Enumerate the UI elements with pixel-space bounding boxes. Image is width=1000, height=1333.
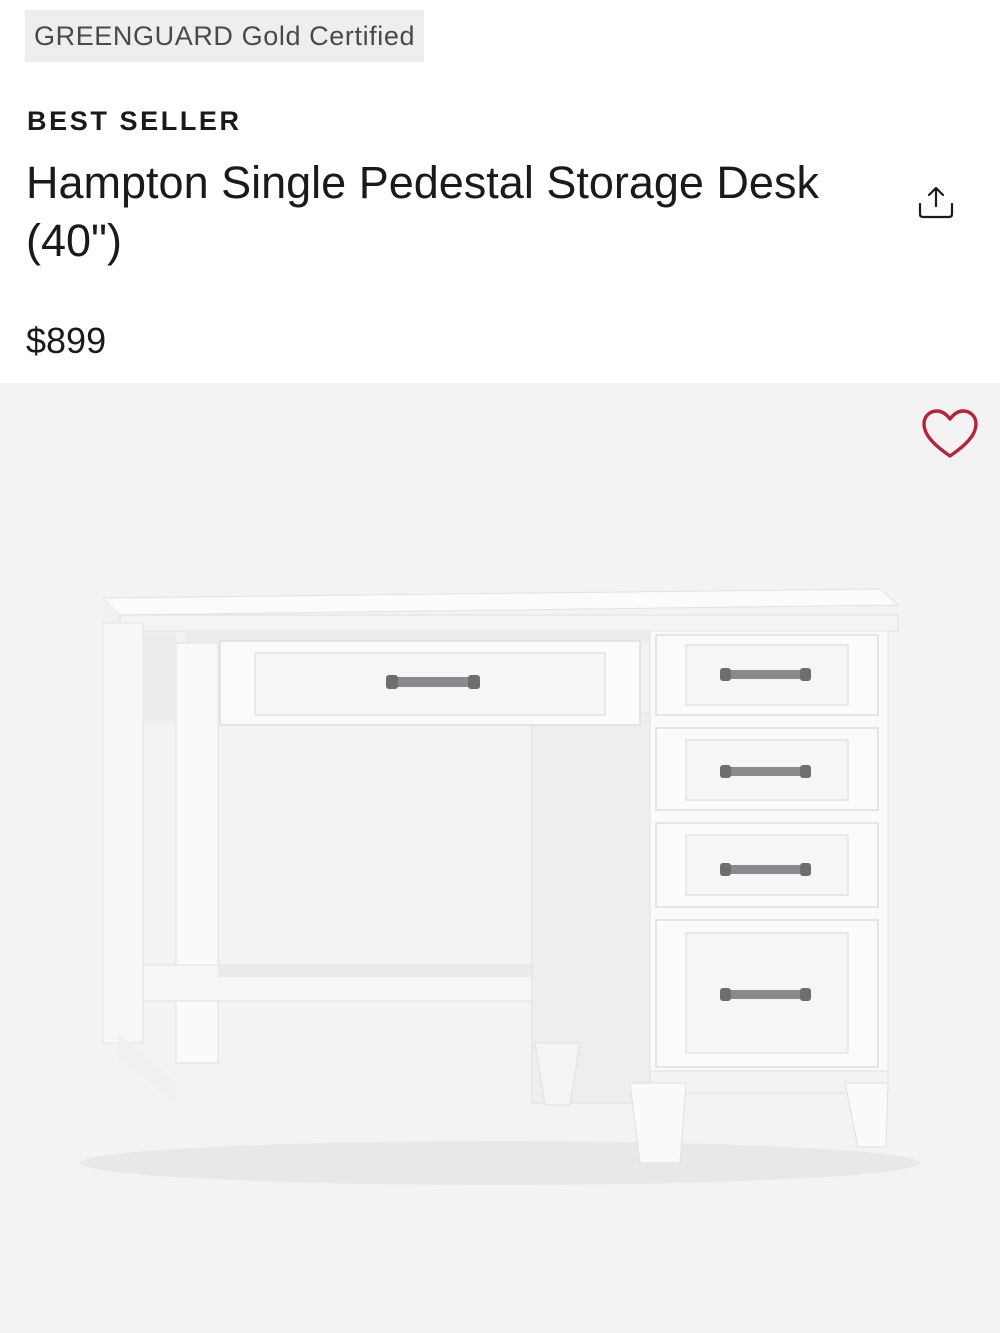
- wishlist-button[interactable]: [918, 405, 982, 463]
- product-price: $899: [26, 320, 107, 361]
- heart-outline-icon: [922, 409, 978, 458]
- product-title: Hampton Single Pedestal Storage Desk (40…: [26, 157, 819, 266]
- share-upload-icon: [918, 186, 954, 219]
- certification-badge: GREENGUARD Gold Certified: [25, 10, 425, 62]
- share-button[interactable]: [912, 178, 960, 226]
- product-image: [80, 588, 920, 1185]
- certification-label: GREENGUARD Gold Certified: [34, 20, 416, 51]
- best-seller-label: BEST SELLER: [27, 106, 242, 136]
- product-image-gallery[interactable]: [0, 383, 1000, 1333]
